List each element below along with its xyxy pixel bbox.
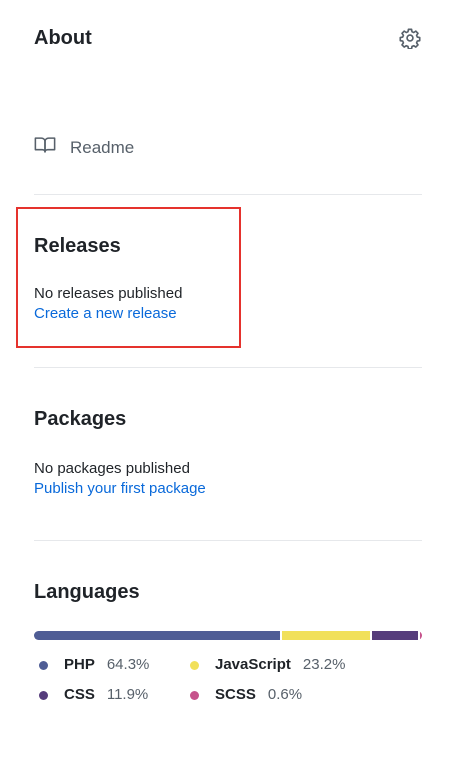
readme-label: Readme (70, 137, 135, 157)
language-name: PHP (64, 656, 95, 673)
language-item-javascript[interactable]: JavaScript 23.2% (185, 655, 345, 675)
create-release-link[interactable]: Create a new release (34, 304, 177, 324)
language-percent: 0.6% (267, 686, 303, 703)
language-item-scss[interactable]: SCSS 0.6% (185, 685, 302, 705)
divider (34, 367, 422, 368)
language-percent: 11.9% (106, 686, 149, 703)
about-section: About (34, 26, 422, 50)
publish-package-link[interactable]: Publish your first package (34, 479, 206, 499)
language-color-dot (39, 660, 48, 670)
divider (34, 540, 422, 541)
language-item-php[interactable]: PHP 64.3% (34, 655, 149, 675)
language-percent: 23.2% (302, 656, 346, 673)
language-bar (34, 631, 422, 640)
language-name: SCSS (215, 686, 256, 703)
language-bar-segment-javascript[interactable] (281, 631, 371, 640)
languages-heading: Languages (34, 581, 140, 603)
language-legend-row: PHP 64.3% JavaScript 23.2% (34, 655, 422, 675)
divider (34, 194, 422, 195)
language-color-dot (39, 690, 48, 700)
language-bar-segment-scss[interactable] (419, 631, 422, 640)
gear-icon[interactable] (399, 27, 421, 50)
language-color-dot (190, 690, 199, 700)
releases-heading[interactable]: Releases (34, 234, 422, 258)
language-bar-segment-php[interactable] (34, 631, 280, 640)
language-bar-segment-css[interactable] (372, 631, 418, 640)
language-name: JavaScript (215, 656, 291, 673)
readme-link[interactable]: Readme (34, 135, 134, 160)
language-color-dot (190, 660, 199, 670)
packages-section: Packages No packages published Publish y… (34, 407, 422, 499)
language-name: CSS (64, 686, 95, 703)
releases-section: Releases No releases published Create a … (34, 234, 422, 324)
about-heading: About (34, 27, 92, 49)
language-percent: 64.3% (106, 656, 150, 673)
book-icon (34, 135, 56, 160)
packages-status: No packages published (34, 460, 190, 477)
language-item-css[interactable]: CSS 11.9% (34, 685, 148, 705)
packages-heading[interactable]: Packages (34, 407, 422, 431)
languages-section: Languages (34, 580, 422, 604)
language-legend-row: CSS 11.9% SCSS 0.6% (34, 685, 422, 705)
releases-status: No releases published (34, 285, 183, 302)
